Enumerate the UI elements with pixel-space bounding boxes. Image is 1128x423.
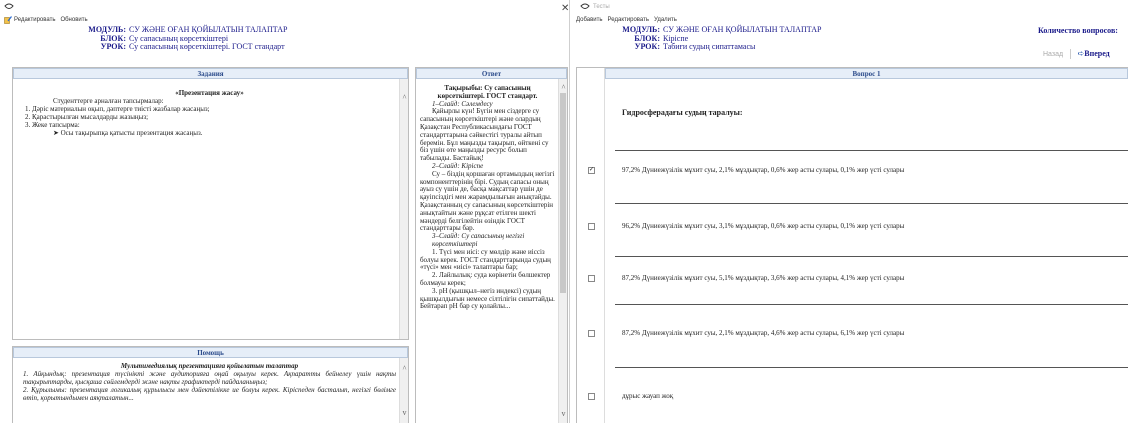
tasks-header: Задания bbox=[13, 68, 408, 79]
help-paragraph-2: 2. Құрылымы: презентация логикалық құрыл… bbox=[23, 386, 396, 402]
help-title: Мультимедиялық презентацияға қойылатын т… bbox=[120, 362, 299, 370]
tests-window: Тесты Добавить Редактировать Удалить МОД… bbox=[576, 0, 1128, 423]
tasks-content: «Презентация жасау» Студенттерге арналға… bbox=[13, 79, 408, 137]
answer-scrollbar[interactable]: ^ v bbox=[558, 79, 567, 423]
question-area: Вопрос 1 Гидросферадағы судың таралуы: ✓… bbox=[576, 67, 1128, 423]
tests-toolbar: Добавить Редактировать Удалить bbox=[576, 14, 1128, 25]
slide-3-text-3: 3. pH (қышқыл–негіз индексі) судың қышқы… bbox=[420, 286, 555, 311]
divider-4 bbox=[615, 304, 1128, 305]
slide-3-text-1: 1. Түсі мен иісі: су мөлдір және иіссіз … bbox=[420, 247, 551, 272]
tests-titlebar: Тесты bbox=[576, 0, 1128, 14]
help-scrollbar[interactable]: ^ v bbox=[399, 358, 408, 423]
slide-2-text: Су – біздің қоршаған ортамыздың негізгі … bbox=[420, 169, 555, 233]
toolbar: Редактировать Обновить bbox=[0, 14, 569, 25]
lesson-label: УРОК: bbox=[100, 42, 126, 51]
tasks-title: «Презентация жасау» bbox=[175, 89, 244, 97]
nav-divider bbox=[1069, 49, 1071, 60]
task-item-1: 1. Дәріс материалын оқып, дәптерге тиіст… bbox=[25, 105, 210, 113]
task-bullet: ➤ Осы тақырыпқа қатысты презентация жаса… bbox=[53, 129, 203, 137]
add-button[interactable]: Добавить bbox=[576, 17, 603, 23]
refresh-button[interactable]: Обновить bbox=[60, 17, 87, 23]
tests-window-title: Тесты bbox=[593, 4, 610, 10]
answer-content: Тақырыбы: Су сапасының көрсеткіштері. ГО… bbox=[416, 79, 567, 311]
question-count-label: Количество вопросов: bbox=[1038, 26, 1118, 35]
option-2-text: 96,2% Дүниежүзілік мұхит суы, 3,1% мұзды… bbox=[622, 222, 905, 230]
option-1-text: 97,2% Дүниежүзілік мұхит суы, 2,1% мұзды… bbox=[622, 166, 905, 174]
answer-header: Ответ bbox=[416, 68, 567, 79]
tasks-scrollbar[interactable]: ^ bbox=[399, 79, 408, 339]
help-content: Мультимедиялық презентацияға қойылатын т… bbox=[13, 358, 408, 402]
tests-logo-icon bbox=[580, 3, 590, 9]
delete-button[interactable]: Удалить bbox=[654, 17, 677, 23]
answer-scroll-down-icon[interactable]: v bbox=[559, 409, 567, 418]
answer-panel: Ответ Тақырыбы: Су сапасының көрсеткіште… bbox=[415, 67, 568, 423]
help-header: Помощь bbox=[13, 347, 408, 358]
option-5-checkbox[interactable] bbox=[588, 392, 595, 400]
option-4-text: 87,2% Дүниежүзілік мұхит суы, 2,1% мұзды… bbox=[622, 329, 905, 337]
window-titlebar bbox=[0, 0, 569, 14]
divider-1 bbox=[615, 150, 1128, 151]
forward-button[interactable]: ➪Вперед bbox=[1077, 49, 1110, 58]
divider-3 bbox=[615, 256, 1128, 257]
question-text: Гидросферадағы судың таралуы: bbox=[622, 108, 743, 117]
edit-button[interactable]: Редактировать bbox=[4, 15, 56, 24]
lecture-window: ✕ Редактировать Обновить МОДУЛЬ: СУ ЖӘНЕ … bbox=[0, 0, 570, 423]
answer-scroll-up-icon[interactable]: ^ bbox=[559, 83, 567, 92]
forward-arrow-icon: ➪ bbox=[1077, 49, 1085, 58]
option-3-checkbox[interactable] bbox=[588, 274, 595, 282]
slide-1-text: Қайырлы күн! Бүгін мен сіздерге су сапас… bbox=[420, 107, 549, 163]
option-5-text: дұрыс жауап жоқ bbox=[622, 392, 674, 400]
option-3-text: 87,2% Дүниежүзілік мұхит суы, 5,1% мұзды… bbox=[622, 274, 905, 282]
option-2-checkbox[interactable] bbox=[588, 222, 595, 230]
close-icon[interactable]: ✕ bbox=[561, 3, 569, 14]
tests-edit-button[interactable]: Редактировать bbox=[608, 17, 649, 23]
task-item-2: 2. Қарастырылған мысалдарды жазыңыз; bbox=[25, 113, 149, 121]
tasks-intro: Студенттерге арналған тапсырмалар: bbox=[53, 97, 164, 105]
slide-3-heading: 3–Слайд: Су сапасының негізгі көрсеткішт… bbox=[432, 232, 525, 248]
edit-icon bbox=[4, 15, 12, 24]
lesson-value: Су сапасының көрсеткіштері. ГОСТ стандар… bbox=[129, 42, 285, 51]
tasks-panel: Задания «Презентация жасау» Студенттерге… bbox=[12, 67, 409, 340]
task-item-3: 3. Жеке тапсырма: bbox=[25, 121, 80, 129]
divider-5 bbox=[615, 367, 1128, 368]
question-header: Вопрос 1 bbox=[605, 68, 1128, 79]
help-scroll-up-icon[interactable]: ^ bbox=[400, 364, 408, 373]
answer-title: Тақырыбы: Су сапасының көрсеткіштері. ГО… bbox=[437, 84, 538, 100]
help-panel: Помощь Мультимедиялық презентацияға қойы… bbox=[12, 346, 409, 423]
slide-3-text-2: 2. Лайлылық: суда көрінетін бөлшектер бо… bbox=[420, 271, 551, 287]
help-paragraph-1: 1. Айқындық: презентация түсінікті және … bbox=[23, 370, 396, 386]
scroll-up-icon[interactable]: ^ bbox=[400, 93, 408, 102]
app-logo-icon bbox=[4, 3, 14, 9]
help-scroll-down-icon[interactable]: v bbox=[400, 408, 408, 417]
tests-lesson-value: Табиғи судың сипаттамасы bbox=[663, 42, 756, 51]
lesson-info: МОДУЛЬ: СУ ЖӘНЕ ОҒАН ҚОЙЫЛАТЫН ТАЛАПТАР Б… bbox=[0, 25, 569, 52]
option-4-checkbox[interactable] bbox=[588, 329, 595, 337]
divider-2 bbox=[615, 203, 1128, 204]
back-button[interactable]: Назад bbox=[1043, 51, 1063, 58]
refresh-button-label: Обновить bbox=[60, 16, 88, 23]
forward-button-label: Вперед bbox=[1084, 49, 1110, 58]
tests-lesson-label: УРОК: bbox=[634, 42, 660, 51]
option-1-checkbox[interactable]: ✓ bbox=[588, 166, 595, 174]
checkbox-column bbox=[577, 68, 605, 423]
navigation: Назад ➪Вперед bbox=[1043, 49, 1110, 60]
edit-button-label: Редактировать bbox=[14, 16, 56, 23]
answer-scroll-thumb[interactable] bbox=[560, 93, 566, 293]
